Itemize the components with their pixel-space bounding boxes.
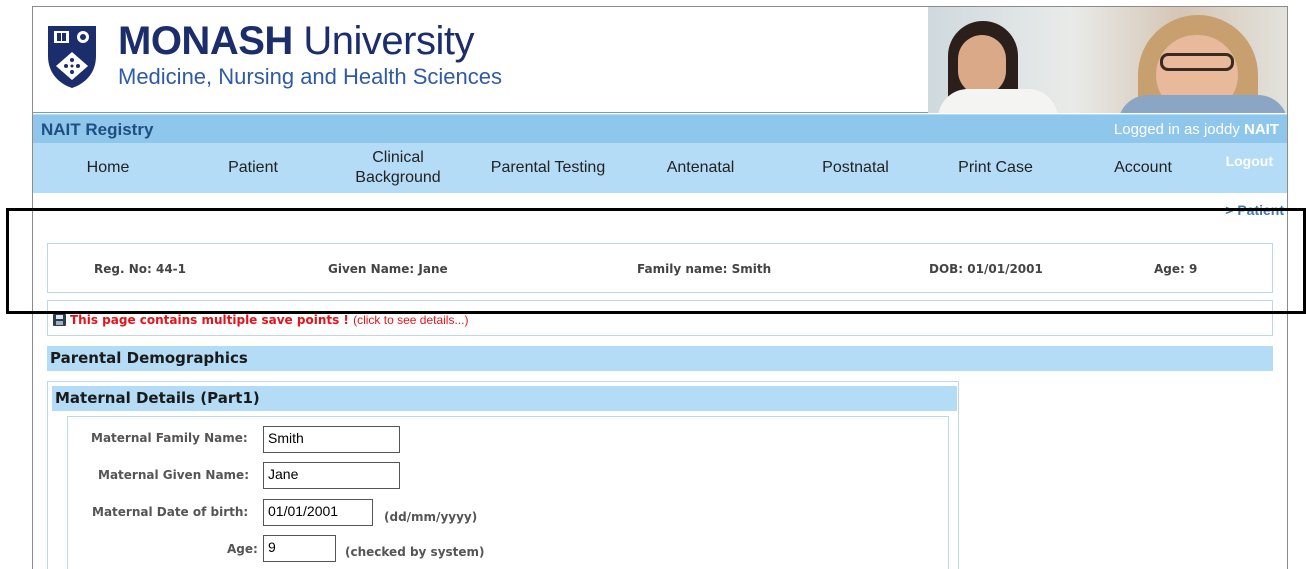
nav-antenatal[interactable]: Antenatal [643,143,758,193]
maternal-given-name-label: Maternal Given Name: [98,468,249,482]
nav-account[interactable]: Account [1093,143,1193,193]
save-details-link[interactable]: (click to see details...) [353,313,468,327]
maternal-family-name-input[interactable]: Smith [263,426,400,453]
monash-crest-icon [48,26,96,88]
registry-title: NAIT Registry [41,120,154,139]
nav-postnatal[interactable]: Postnatal [798,143,913,193]
nav-parental-testing[interactable]: Parental Testing [473,143,623,193]
nav-patient[interactable]: Patient [203,143,303,193]
maternal-age-label: Age: [227,542,258,556]
save-icon [53,314,66,326]
section-parental-demographics: Parental Demographics [47,346,1273,371]
save-notice: This page contains multiple save points … [70,313,469,327]
main-nav: Home Patient Clinical Background Parental… [33,143,1287,193]
age: Age: 9 [1154,262,1198,276]
family-name: Family name: Smith [637,262,772,276]
nav-print-case[interactable]: Print Case [938,143,1053,193]
maternal-age-input[interactable]: 9 [263,535,336,562]
nav-clinical-background[interactable]: Clinical Background [333,143,463,193]
dob-format-hint: (dd/mm/yyyy) [384,510,478,524]
given-name: Given Name: Jane [328,262,448,276]
nav-home[interactable]: Home [63,143,153,193]
age-hint: (checked by system) [345,545,485,559]
dob: DOB: 01/01/2001 [929,262,1043,276]
maternal-given-name-input[interactable]: Jane [263,462,400,489]
breadcrumb[interactable]: > Patient [1225,202,1284,218]
maternal-heading: Maternal Details (Part1) [52,386,957,411]
header-photo [928,7,1287,113]
maternal-family-name-label: Maternal Family Name: [91,431,248,445]
registry-bar: NAIT Registry Logged in as joddy NAIT [33,114,1287,143]
logout-link[interactable]: Logout [1226,153,1273,169]
university-logo-text: MONASH University [118,19,474,63]
maternal-dob-label: Maternal Date of birth: [92,505,249,519]
login-status: Logged in as joddy NAIT [1113,121,1279,138]
maternal-dob-input[interactable]: 01/01/2001 [263,499,373,526]
patient-summary: Reg. No: 44-1 Given Name: Jane Family na… [47,243,1273,293]
reg-no: Reg. No: 44-1 [94,262,186,276]
faculty-name: Medicine, Nursing and Health Sciences [118,64,502,89]
